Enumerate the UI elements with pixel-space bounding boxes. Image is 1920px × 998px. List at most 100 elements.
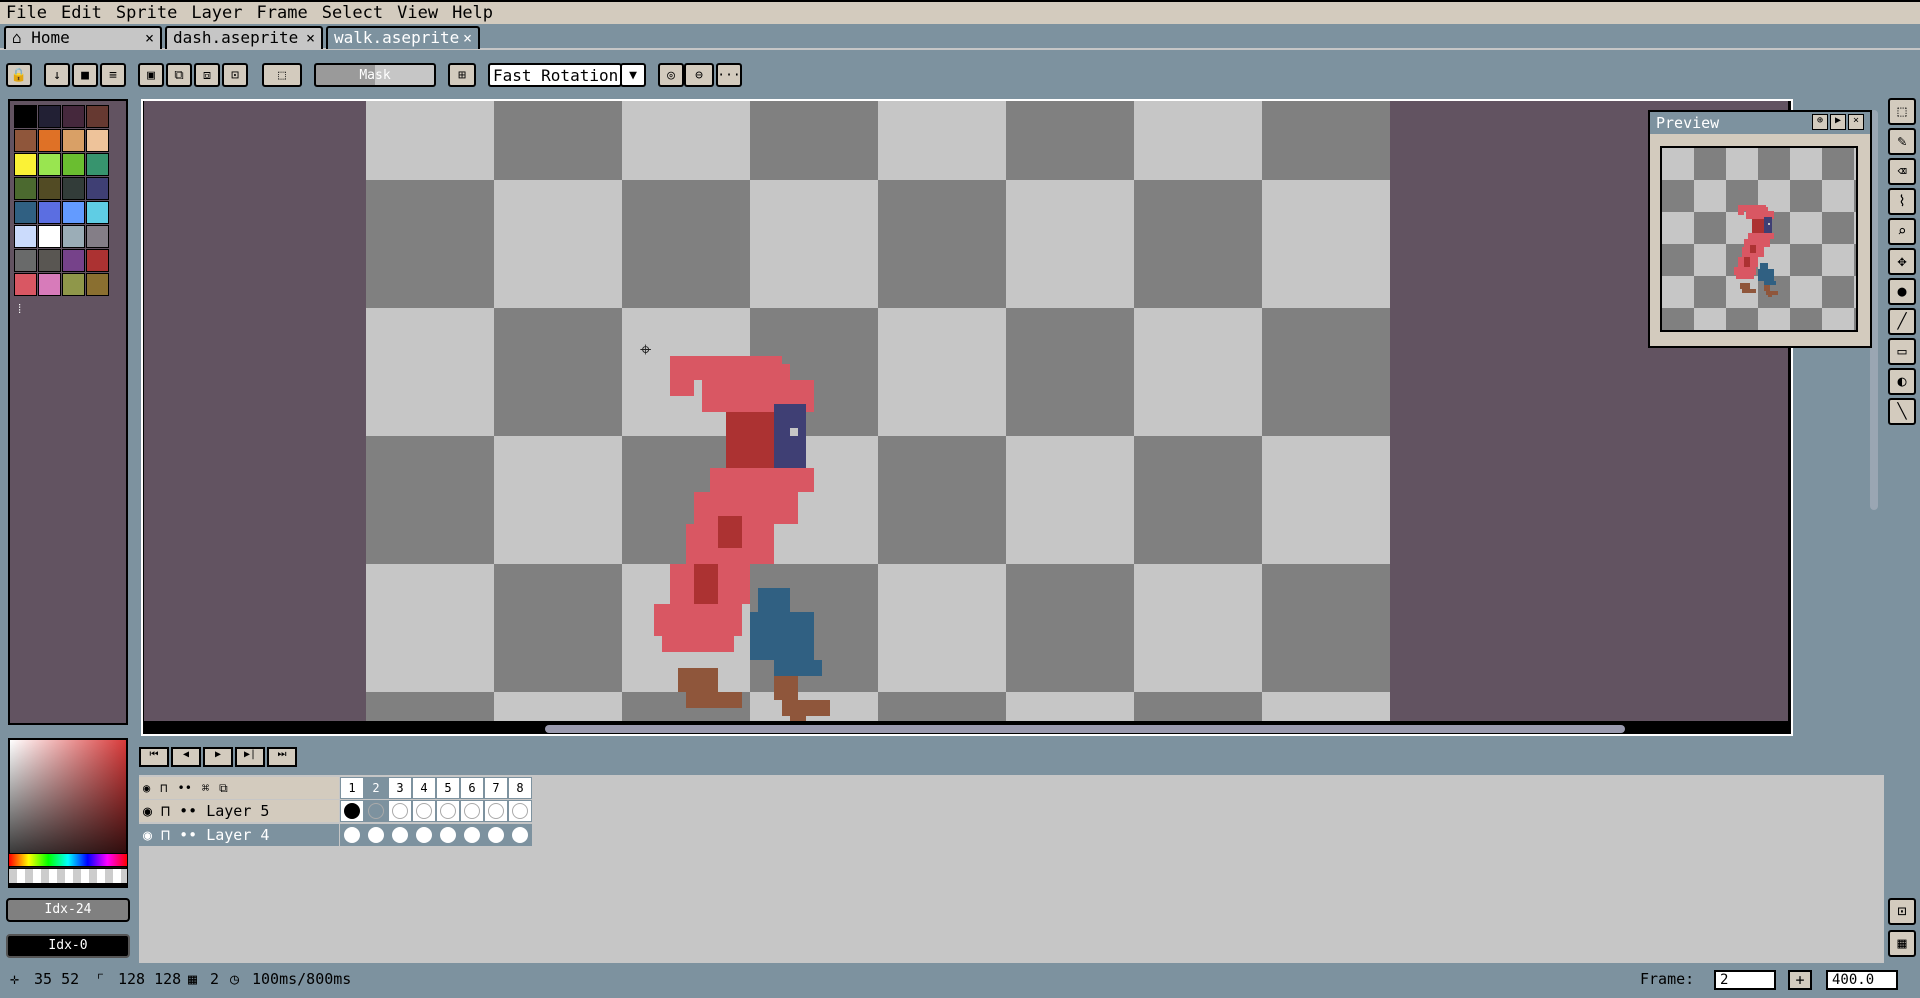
selection-replace-icon[interactable]: ▣	[138, 63, 164, 87]
pixel-perfect-icon[interactable]: ⬚	[262, 63, 302, 87]
rectangle-icon[interactable]: ▭	[1888, 338, 1916, 365]
palette-swatch[interactable]	[38, 105, 61, 128]
palette-swatch[interactable]	[62, 273, 85, 296]
palette-swatch[interactable]	[38, 249, 61, 272]
timeline-icon[interactable]: ▦	[1888, 930, 1916, 957]
palette-swatch[interactable]	[14, 177, 37, 200]
contour-icon[interactable]: ◐	[1888, 368, 1916, 395]
palette-swatch[interactable]	[38, 201, 61, 224]
cel[interactable]	[508, 824, 532, 846]
play-icon[interactable]: ▶	[203, 747, 233, 767]
palette-swatch[interactable]	[14, 273, 37, 296]
zoom-1-1-icon[interactable]: ⊡	[1888, 898, 1916, 925]
blur-icon[interactable]: ╲	[1888, 398, 1916, 425]
cel[interactable]	[460, 824, 484, 846]
palette-swatch[interactable]	[86, 105, 109, 128]
lock-icon[interactable]: 🔒	[6, 63, 32, 87]
palette-swatch[interactable]	[62, 201, 85, 224]
palette-swatch[interactable]	[62, 105, 85, 128]
palette-swatch[interactable]	[86, 129, 109, 152]
palette-swatch[interactable]	[38, 129, 61, 152]
close-icon[interactable]: ×	[1848, 114, 1864, 130]
cel[interactable]	[388, 824, 412, 846]
cel[interactable]	[340, 824, 364, 846]
close-icon[interactable]: ×	[145, 28, 154, 48]
play-icon[interactable]: ▶	[1830, 114, 1846, 130]
list-icon[interactable]: ≡	[100, 63, 126, 87]
menu-help[interactable]: Help	[446, 2, 501, 24]
palette-swatch[interactable]	[86, 273, 109, 296]
palette-swatch[interactable]	[14, 201, 37, 224]
menu-view[interactable]: View	[391, 2, 446, 24]
sprite-canvas[interactable]	[366, 101, 1390, 721]
menu-sprite[interactable]: Sprite	[110, 2, 185, 24]
arrow-down-icon[interactable]: ↓	[44, 63, 70, 87]
pivot-icon[interactable]: ◎	[658, 63, 684, 87]
tab-walk[interactable]: walk.aseprite ×	[326, 26, 480, 49]
palette-swatch[interactable]	[62, 249, 85, 272]
move-icon[interactable]: ✥	[1888, 248, 1916, 275]
palette-swatch[interactable]	[62, 177, 85, 200]
cel[interactable]	[340, 800, 364, 822]
palette-swatch[interactable]	[38, 153, 61, 176]
paint-bucket-icon[interactable]: ●	[1888, 278, 1916, 305]
preview-window[interactable]: Preview ⊕ ▶ ×	[1648, 110, 1872, 348]
layer-row[interactable]: ◉ ⊓ •• Layer 4	[139, 824, 339, 846]
next-frame-icon[interactable]: ▶|	[235, 747, 265, 767]
link-icon[interactable]: ⌘	[202, 781, 209, 795]
palette-swatch[interactable]	[14, 225, 37, 248]
layer-row[interactable]: ◉ ⊓ •• Layer 5	[139, 800, 339, 822]
cel[interactable]	[436, 824, 460, 846]
layer-visibility-icon[interactable]: ◉ ⊓ ••	[143, 802, 206, 820]
menu-layer[interactable]: Layer	[185, 2, 250, 24]
palette-swatch[interactable]	[62, 153, 85, 176]
frame-header[interactable]: 6	[460, 777, 484, 799]
square-icon[interactable]: ■	[72, 63, 98, 87]
mask-button[interactable]: Mask	[314, 63, 436, 87]
palette-swatch[interactable]	[14, 129, 37, 152]
selection-subtract-icon[interactable]: ⧈	[194, 63, 220, 87]
palette-swatch[interactable]	[86, 153, 109, 176]
cel[interactable]	[388, 800, 412, 822]
eraser-icon[interactable]: ⌫	[1888, 158, 1916, 185]
frame-header[interactable]: 5	[436, 777, 460, 799]
cel[interactable]	[484, 800, 508, 822]
background-color-button[interactable]: Idx-0	[6, 934, 130, 958]
frame-header[interactable]: 8	[508, 777, 532, 799]
palette-resize-handle[interactable]: ⁞	[16, 302, 23, 317]
eye-icon[interactable]: ◉	[143, 781, 150, 795]
horizontal-scrollbar[interactable]	[545, 725, 1625, 733]
frame-header[interactable]: 2	[364, 777, 388, 799]
palette-swatch[interactable]	[86, 201, 109, 224]
pencil-icon[interactable]: ✎	[1888, 128, 1916, 155]
menu-select[interactable]: Select	[316, 2, 391, 24]
last-frame-icon[interactable]: ⏭	[267, 747, 297, 767]
palette-swatch[interactable]	[86, 225, 109, 248]
foreground-color-button[interactable]: Idx-24	[6, 898, 130, 922]
palette-swatch[interactable]	[38, 225, 61, 248]
close-icon[interactable]: ×	[463, 28, 472, 48]
hue-slider[interactable]	[8, 853, 128, 867]
close-icon[interactable]: ×	[306, 28, 315, 48]
lock-icon[interactable]: ⊓	[160, 781, 167, 795]
preview-canvas[interactable]	[1660, 146, 1858, 332]
transparent-color-icon[interactable]: ⊖	[684, 63, 714, 87]
palette-swatch[interactable]	[38, 273, 61, 296]
eyedropper-icon[interactable]: ⌇	[1888, 188, 1916, 215]
menu-file[interactable]: File	[0, 2, 55, 24]
tab-home[interactable]: ⌂ Home ×	[4, 26, 162, 49]
palette-swatch[interactable]	[62, 129, 85, 152]
menu-frame[interactable]: Frame	[251, 2, 316, 24]
zoom-icon[interactable]: ⌕	[1888, 218, 1916, 245]
cel[interactable]	[508, 800, 532, 822]
frame-header[interactable]: 4	[412, 777, 436, 799]
frame-input[interactable]: 2	[1714, 970, 1776, 990]
frame-header[interactable]: 7	[484, 777, 508, 799]
frame-header[interactable]: 3	[388, 777, 412, 799]
menu-edit[interactable]: Edit	[55, 2, 110, 24]
cel[interactable]	[412, 824, 436, 846]
more-options-button[interactable]: ···	[716, 63, 742, 87]
chevron-down-icon[interactable]: ▼	[620, 63, 646, 87]
rectangular-marquee-icon[interactable]: ⬚	[1888, 98, 1916, 125]
palette-swatch[interactable]	[86, 177, 109, 200]
